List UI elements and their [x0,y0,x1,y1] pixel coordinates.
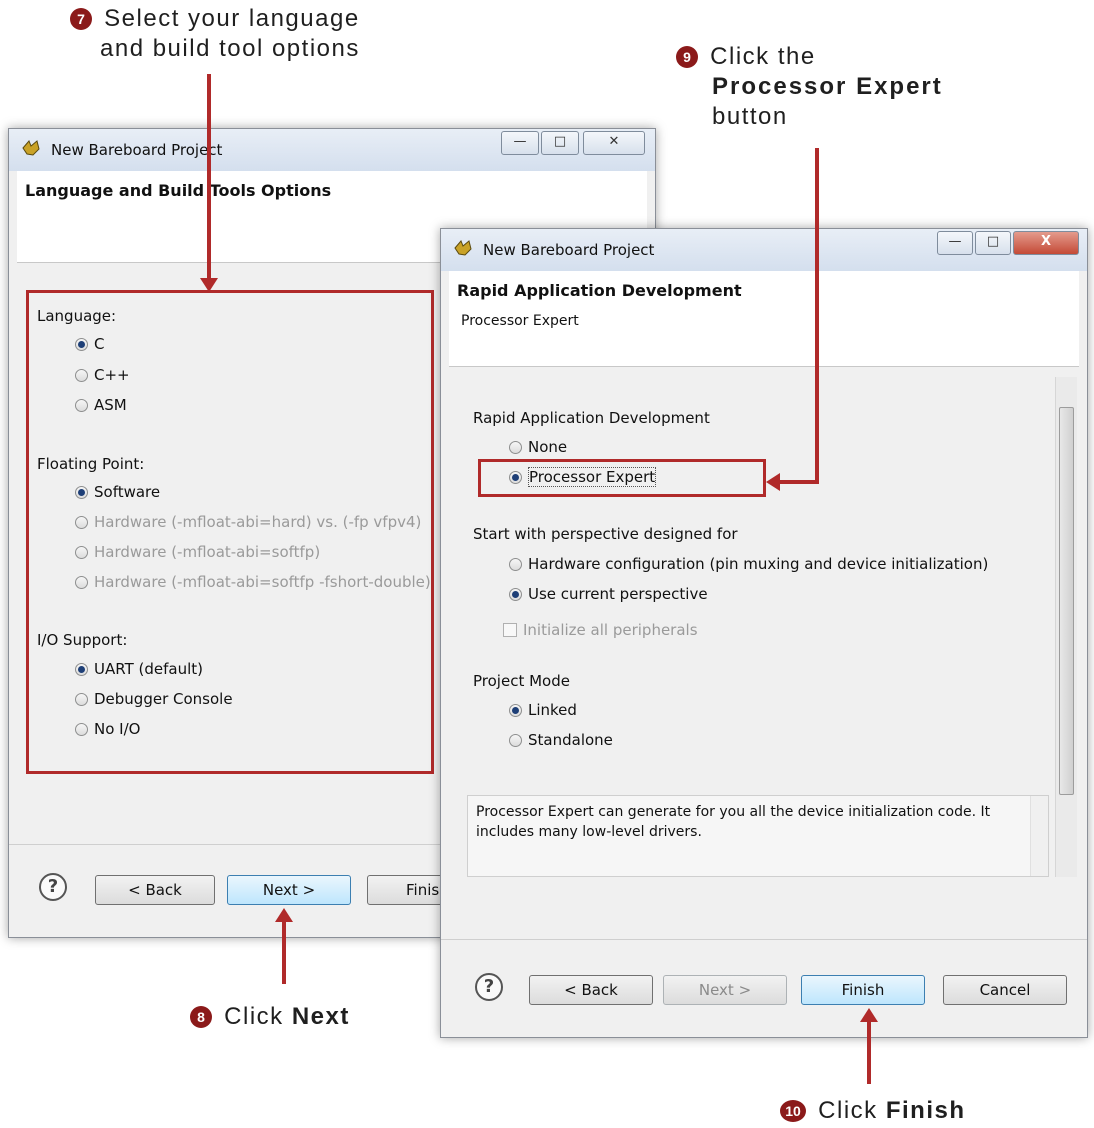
scrollbar-thumb[interactable] [1059,407,1074,795]
highlight-language-options [26,290,434,774]
step-10-badge: 10 [780,1100,806,1122]
arrow-9-horizontal [780,480,819,484]
callout-step-10: 10 Click Finish [780,1096,966,1126]
next-button[interactable]: Next > [663,975,787,1005]
help-icon[interactable]: ? [39,873,67,901]
maximize-button[interactable]: □ [975,231,1011,255]
cancel-button[interactable]: Cancel [943,975,1067,1005]
radio-perspective-current[interactable]: Use current perspective [509,584,708,604]
arrow-7-shaft [207,74,211,282]
callout-8-bold: Next [291,1003,350,1030]
back-button[interactable]: < Back [529,975,653,1005]
radio-icon [509,441,522,454]
checkbox-init-peripherals[interactable]: Initialize all peripherals [503,620,698,640]
help-icon[interactable]: ? [475,973,503,1001]
step-9-badge: 9 [676,46,698,68]
title-bar: New Bareboard Project — □ X [441,229,1087,271]
radio-mode-linked[interactable]: Linked [509,700,577,720]
radio-perspective-hardware[interactable]: Hardware configuration (pin muxing and d… [509,554,988,574]
eclipse-app-icon [454,240,472,256]
wizard-header: Rapid Application Development Processor … [449,271,1079,367]
arrow-8-shaft [282,920,286,984]
close-button[interactable]: ✕ [583,131,645,155]
window-title: New Bareboard Project [483,241,655,259]
page-title: Rapid Application Development [457,281,742,300]
radio-icon [509,558,522,571]
arrow-10-head [860,1008,878,1022]
callout-step-7: 7 Select your language and build tool op… [70,4,360,64]
back-button[interactable]: < Back [95,875,215,905]
callout-10-text: Click [818,1097,878,1124]
callout-step-8: 8 Click Next [190,1002,350,1032]
callout-step-9: 9 Click the Processor Expert button [676,42,943,132]
title-bar: New Bareboard Project — □ ✕ [9,129,655,171]
arrow-7-head [200,278,218,292]
radio-icon [509,588,522,601]
callout-9-line3: button [712,103,788,130]
radio-icon [509,704,522,717]
close-button[interactable]: X [1013,231,1079,255]
callout-10-bold: Finish [885,1097,966,1124]
arrow-8-head [275,908,293,922]
description-text: Processor Expert can generate for you al… [476,804,991,840]
vertical-scrollbar[interactable] [1055,377,1077,877]
perspective-label: Start with perspective designed for [473,525,738,543]
highlight-processor-expert [478,459,766,497]
rad-group-label: Rapid Application Development [473,409,710,427]
arrow-9-vertical [815,148,819,484]
project-mode-label: Project Mode [473,672,570,690]
page-subtitle: Processor Expert [461,313,579,329]
step-7-badge: 7 [70,8,92,30]
minimize-button[interactable]: — [501,131,539,155]
arrow-9-head [766,473,780,491]
checkbox-icon [503,623,517,637]
step-8-badge: 8 [190,1006,212,1028]
radio-icon [509,734,522,747]
radio-mode-standalone[interactable]: Standalone [509,730,613,750]
next-button[interactable]: Next > [227,875,351,905]
window-title: New Bareboard Project [51,141,223,159]
callout-7-line2: and build tool options [100,35,360,62]
description-scrollbar[interactable] [1030,796,1048,876]
finish-button[interactable]: Finish [801,975,925,1005]
radio-rad-none[interactable]: None [509,437,567,457]
callout-7-line1: Select your language [104,5,360,32]
description-box: Processor Expert can generate for you al… [467,795,1049,877]
callout-9-bold: Processor Expert [712,73,943,100]
eclipse-app-icon [22,140,40,156]
arrow-10-shaft [867,1020,871,1084]
minimize-button[interactable]: — [937,231,973,255]
maximize-button[interactable]: □ [541,131,579,155]
dialog-rapid-app-dev: New Bareboard Project — □ X Rapid Applic… [440,228,1088,1038]
callout-8-text: Click [224,1003,284,1030]
callout-9-line1: Click the [710,43,816,70]
page-title: Language and Build Tools Options [25,181,332,200]
button-bar-divider [441,939,1087,940]
